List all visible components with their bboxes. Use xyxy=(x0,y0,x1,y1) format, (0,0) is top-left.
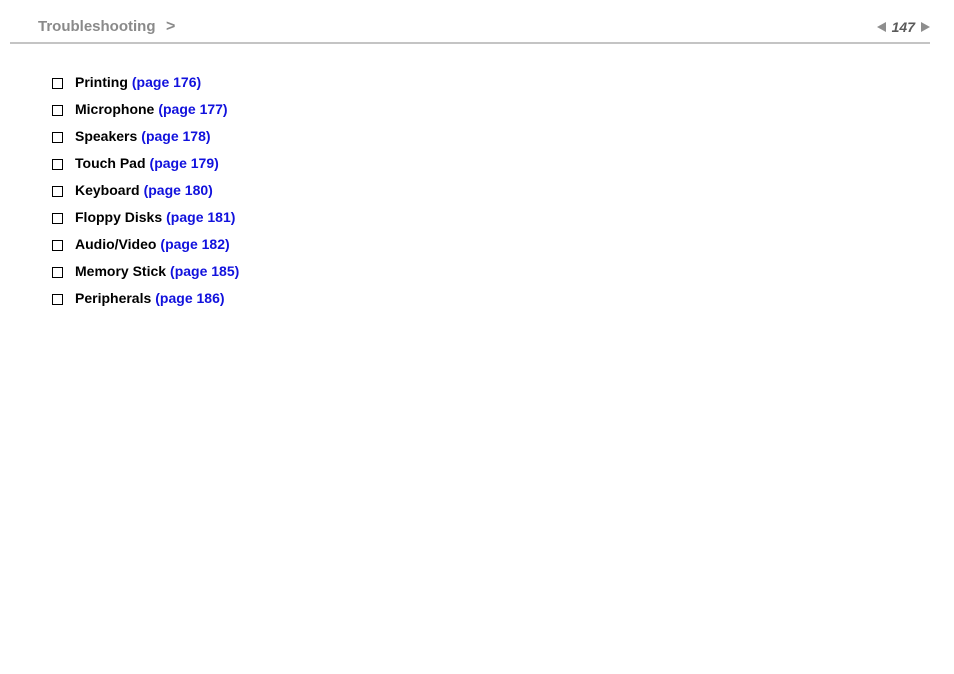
item-label: Peripherals xyxy=(75,290,151,306)
item-label: Keyboard xyxy=(75,182,140,198)
list-item: Floppy Disks (page 181) xyxy=(52,209,954,225)
page-link[interactable]: (page 178) xyxy=(141,128,210,144)
list-item: Keyboard (page 180) xyxy=(52,182,954,198)
page-link[interactable]: (page 177) xyxy=(158,101,227,117)
bullet-icon xyxy=(52,294,63,305)
item-label: Floppy Disks xyxy=(75,209,162,225)
content-area: Printing (page 176) Microphone (page 177… xyxy=(0,44,954,306)
page-link[interactable]: (page 186) xyxy=(155,290,224,306)
prev-page-icon[interactable] xyxy=(877,22,886,32)
bullet-icon xyxy=(52,78,63,89)
list-item: Audio/Video (page 182) xyxy=(52,236,954,252)
page-link[interactable]: (page 185) xyxy=(170,263,239,279)
bullet-icon xyxy=(52,213,63,224)
item-label: Memory Stick xyxy=(75,263,166,279)
page-number: 147 xyxy=(892,19,915,35)
bullet-icon xyxy=(52,186,63,197)
page-link[interactable]: (page 180) xyxy=(144,182,213,198)
bullet-icon xyxy=(52,267,63,278)
page-link[interactable]: (page 182) xyxy=(160,236,229,252)
item-label: Microphone xyxy=(75,101,154,117)
bullet-icon xyxy=(52,132,63,143)
bullet-icon xyxy=(52,105,63,116)
page-header: Troubleshooting > 147 xyxy=(0,0,954,42)
breadcrumb-label: Troubleshooting xyxy=(38,18,156,35)
next-page-icon[interactable] xyxy=(921,22,930,32)
list-item: Peripherals (page 186) xyxy=(52,290,954,306)
item-label: Touch Pad xyxy=(75,155,146,171)
breadcrumb-arrow-icon: > xyxy=(166,18,175,35)
item-label: Printing xyxy=(75,74,128,90)
page-link[interactable]: (page 181) xyxy=(166,209,235,225)
list-item: Printing (page 176) xyxy=(52,74,954,90)
page-link[interactable]: (page 176) xyxy=(132,74,201,90)
bullet-icon xyxy=(52,240,63,251)
list-item: Microphone (page 177) xyxy=(52,101,954,117)
bullet-icon xyxy=(52,159,63,170)
item-label: Speakers xyxy=(75,128,137,144)
page-navigation: 147 xyxy=(877,19,930,35)
breadcrumb[interactable]: Troubleshooting > xyxy=(38,18,175,36)
list-item: Memory Stick (page 185) xyxy=(52,263,954,279)
page-link[interactable]: (page 179) xyxy=(150,155,219,171)
list-item: Touch Pad (page 179) xyxy=(52,155,954,171)
list-item: Speakers (page 178) xyxy=(52,128,954,144)
item-label: Audio/Video xyxy=(75,236,156,252)
